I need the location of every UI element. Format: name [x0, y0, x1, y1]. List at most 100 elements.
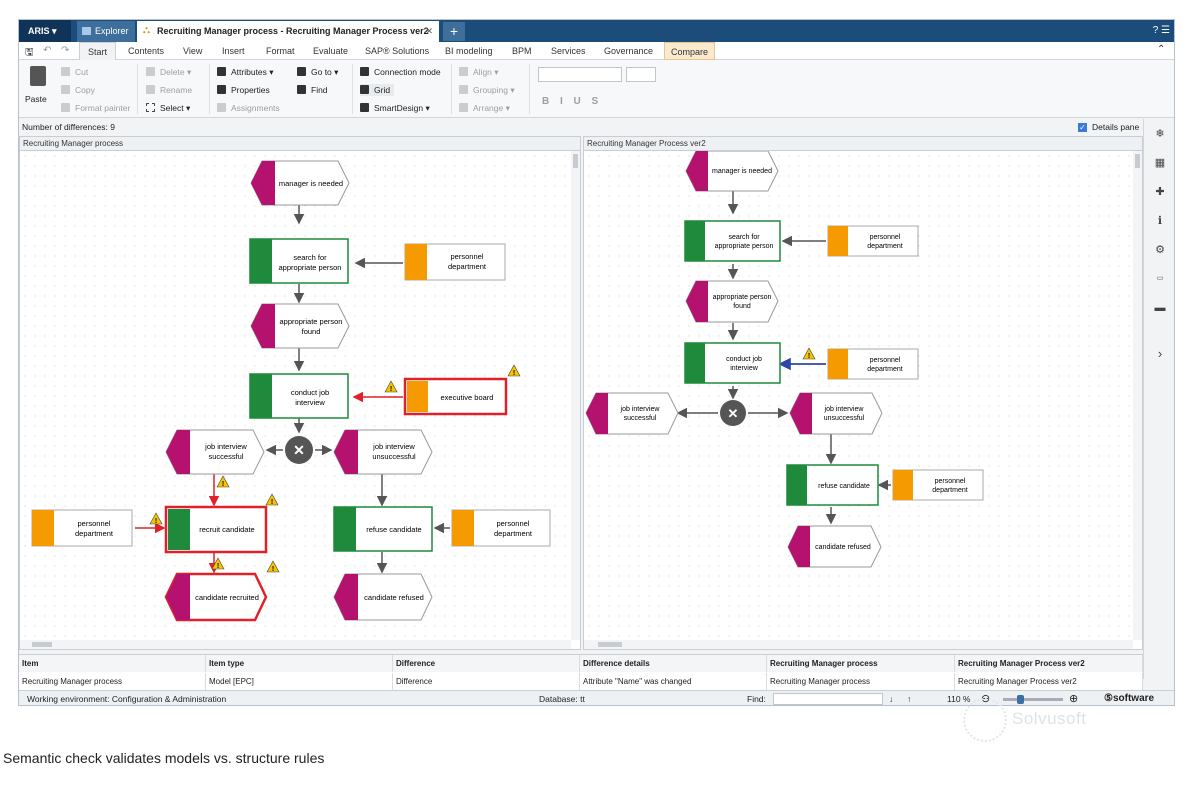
function-refuse-candidate[interactable]: refuse candidate	[333, 506, 433, 552]
table-header[interactable]: Recruiting Manager Process ver2	[955, 655, 1143, 672]
attributes-button[interactable]: Attributes ▾	[217, 66, 274, 78]
modules-icon[interactable]: ✚	[1153, 185, 1167, 199]
menu-compare[interactable]: Compare	[664, 42, 716, 60]
zoom-in-icon[interactable]: ⊕	[1069, 691, 1078, 705]
left-horizontal-scrollbar[interactable]	[20, 640, 571, 649]
menu-insert[interactable]: Insert	[222, 42, 245, 60]
org-personnel-department-2[interactable]: personnel department	[31, 509, 133, 547]
event-job-interview-unsuccessful[interactable]: job interview unsuccessful	[789, 392, 883, 435]
xor-connector[interactable]: ✕	[285, 436, 313, 464]
right-horizontal-scrollbar[interactable]	[584, 640, 1133, 649]
warning-icon[interactable]: !	[216, 475, 230, 488]
align-button[interactable]: Align ▾	[459, 66, 499, 78]
event-job-interview-successful[interactable]: job interview successful	[165, 429, 265, 475]
right-vertical-scrollbar[interactable]	[1133, 151, 1142, 640]
menu-services[interactable]: Services	[551, 42, 586, 60]
grid-toggle[interactable]: Grid	[360, 84, 395, 96]
table-header[interactable]: Item type	[206, 655, 393, 672]
menu-start[interactable]: Start	[79, 42, 117, 60]
org-personnel-department-2[interactable]: personnel department	[827, 348, 919, 380]
help-menu-icons[interactable]: ? ☰	[1153, 20, 1170, 42]
menu-bpm[interactable]: BPM	[512, 42, 532, 60]
smartdesign-button[interactable]: SmartDesign ▾	[360, 102, 430, 114]
org-personnel-department-3[interactable]: personnel department	[892, 469, 984, 501]
tab-explorer[interactable]: Explorer	[77, 21, 135, 42]
table-header[interactable]: Difference	[393, 655, 580, 672]
function-search-appropriate-person[interactable]: search for appropriate person	[684, 220, 781, 262]
warning-icon[interactable]: !	[507, 364, 521, 377]
menu-format[interactable]: Format	[266, 42, 295, 60]
font-family-select[interactable]	[538, 67, 622, 82]
arrange-button[interactable]: Arrange ▾	[459, 102, 510, 114]
table-header[interactable]: Item	[19, 655, 206, 672]
right-model-canvas[interactable]: manager is needed appropriate person fou…	[584, 151, 1133, 640]
function-recruit-candidate[interactable]: recruit candidate	[164, 505, 268, 554]
rename-button[interactable]: Rename	[146, 84, 192, 96]
scrollbar-thumb[interactable]	[598, 642, 622, 647]
table-header[interactable]: Recruiting Manager process	[767, 655, 955, 672]
scrollbar-thumb[interactable]	[1135, 154, 1140, 168]
event-job-interview-successful[interactable]: job interview successful	[585, 392, 679, 435]
menu-evaluate[interactable]: Evaluate	[313, 42, 348, 60]
zoom-slider[interactable]	[1003, 695, 1063, 704]
event-job-interview-unsuccessful[interactable]: job interview unsuccessful	[333, 429, 433, 475]
event-candidate-refused[interactable]: candidate refused	[333, 573, 433, 621]
event-appropriate-person-found[interactable]: appropriate person found	[250, 303, 350, 349]
select-button[interactable]: Select ▾	[146, 102, 190, 114]
tab-compare-models[interactable]: ⛬ Recruiting Manager process - Recruiting…	[137, 21, 439, 42]
xor-connector[interactable]: ✕	[720, 400, 746, 426]
find-next-icon[interactable]: ↓	[889, 691, 893, 705]
org-personnel-department-3[interactable]: personnel department	[451, 509, 551, 547]
event-candidate-refused[interactable]: candidate refused	[787, 525, 882, 568]
left-vertical-scrollbar[interactable]	[571, 151, 580, 640]
settings-icon[interactable]: ⚙	[1153, 243, 1167, 257]
table-header[interactable]: Difference details	[580, 655, 767, 672]
event-manager-needed[interactable]: manager is needed	[250, 160, 350, 206]
navigation-icon[interactable]: ▦	[1153, 156, 1167, 170]
event-manager-needed[interactable]: manager is needed	[685, 151, 779, 192]
warning-icon[interactable]: !	[149, 512, 163, 525]
symbols-icon[interactable]: ❄	[1153, 127, 1167, 141]
details-pane-checkbox[interactable]: ✓ Details pane	[1078, 122, 1139, 132]
function-refuse-candidate[interactable]: refuse candidate	[786, 464, 879, 506]
close-tab-icon[interactable]: ✕	[425, 21, 433, 41]
info-icon[interactable]: ℹ	[1153, 214, 1167, 228]
org-personnel-department-1[interactable]: personnel department	[827, 225, 919, 257]
warning-icon[interactable]: !	[802, 347, 816, 360]
event-appropriate-person-found[interactable]: appropriate person found	[685, 280, 779, 323]
goto-button[interactable]: Go to ▾	[297, 66, 338, 78]
connection-mode-button[interactable]: Connection mode	[360, 66, 441, 78]
find-input[interactable]	[773, 693, 883, 705]
menu-sap-solutions[interactable]: SAP® Solutions	[365, 42, 429, 60]
text-format-buttons[interactable]: B I U S	[542, 96, 602, 108]
grouping-button[interactable]: Grouping ▾	[459, 84, 515, 96]
menu-view[interactable]: View	[183, 42, 202, 60]
redo-icon[interactable]: ↷	[61, 45, 69, 56]
font-size-select[interactable]	[626, 67, 656, 82]
warning-icon[interactable]: !	[266, 560, 280, 573]
table-row[interactable]: Recruiting Manager process Model [EPC] D…	[19, 673, 1143, 690]
format-painter-button[interactable]: Format painter	[61, 102, 130, 114]
aris-menu-button[interactable]: ARIS ▾	[19, 20, 71, 42]
cut-button[interactable]: Cut	[61, 66, 88, 78]
delete-button[interactable]: Delete ▾	[146, 66, 191, 78]
comments-icon[interactable]: ▬	[1153, 301, 1167, 315]
function-conduct-job-interview[interactable]: conduct job interview	[249, 373, 349, 419]
assignments-button[interactable]: Assignments	[217, 102, 280, 114]
new-tab-button[interactable]: +	[443, 22, 465, 41]
zoom-slider-knob[interactable]	[1017, 695, 1024, 704]
menu-governance[interactable]: Governance	[604, 42, 653, 60]
properties-button[interactable]: Properties	[217, 84, 270, 96]
copy-button[interactable]: Copy	[61, 84, 95, 96]
event-candidate-recruited[interactable]: candidate recruited	[164, 572, 268, 622]
org-personnel-department-1[interactable]: personnel department	[404, 243, 506, 281]
undo-icon[interactable]: ↶	[43, 45, 51, 56]
left-model-canvas[interactable]: manager is needed appropriate person fou…	[20, 151, 571, 640]
collapse-ribbon-icon[interactable]: ⌃	[1157, 44, 1165, 55]
function-search-appropriate-person[interactable]: search for appropriate person	[249, 238, 349, 284]
abc-icon[interactable]: ▭	[1153, 272, 1167, 286]
find-previous-icon[interactable]: ↑	[907, 691, 911, 705]
warning-icon[interactable]: !	[384, 380, 398, 393]
warning-icon[interactable]: !	[265, 493, 279, 506]
menu-contents[interactable]: Contents	[128, 42, 164, 60]
